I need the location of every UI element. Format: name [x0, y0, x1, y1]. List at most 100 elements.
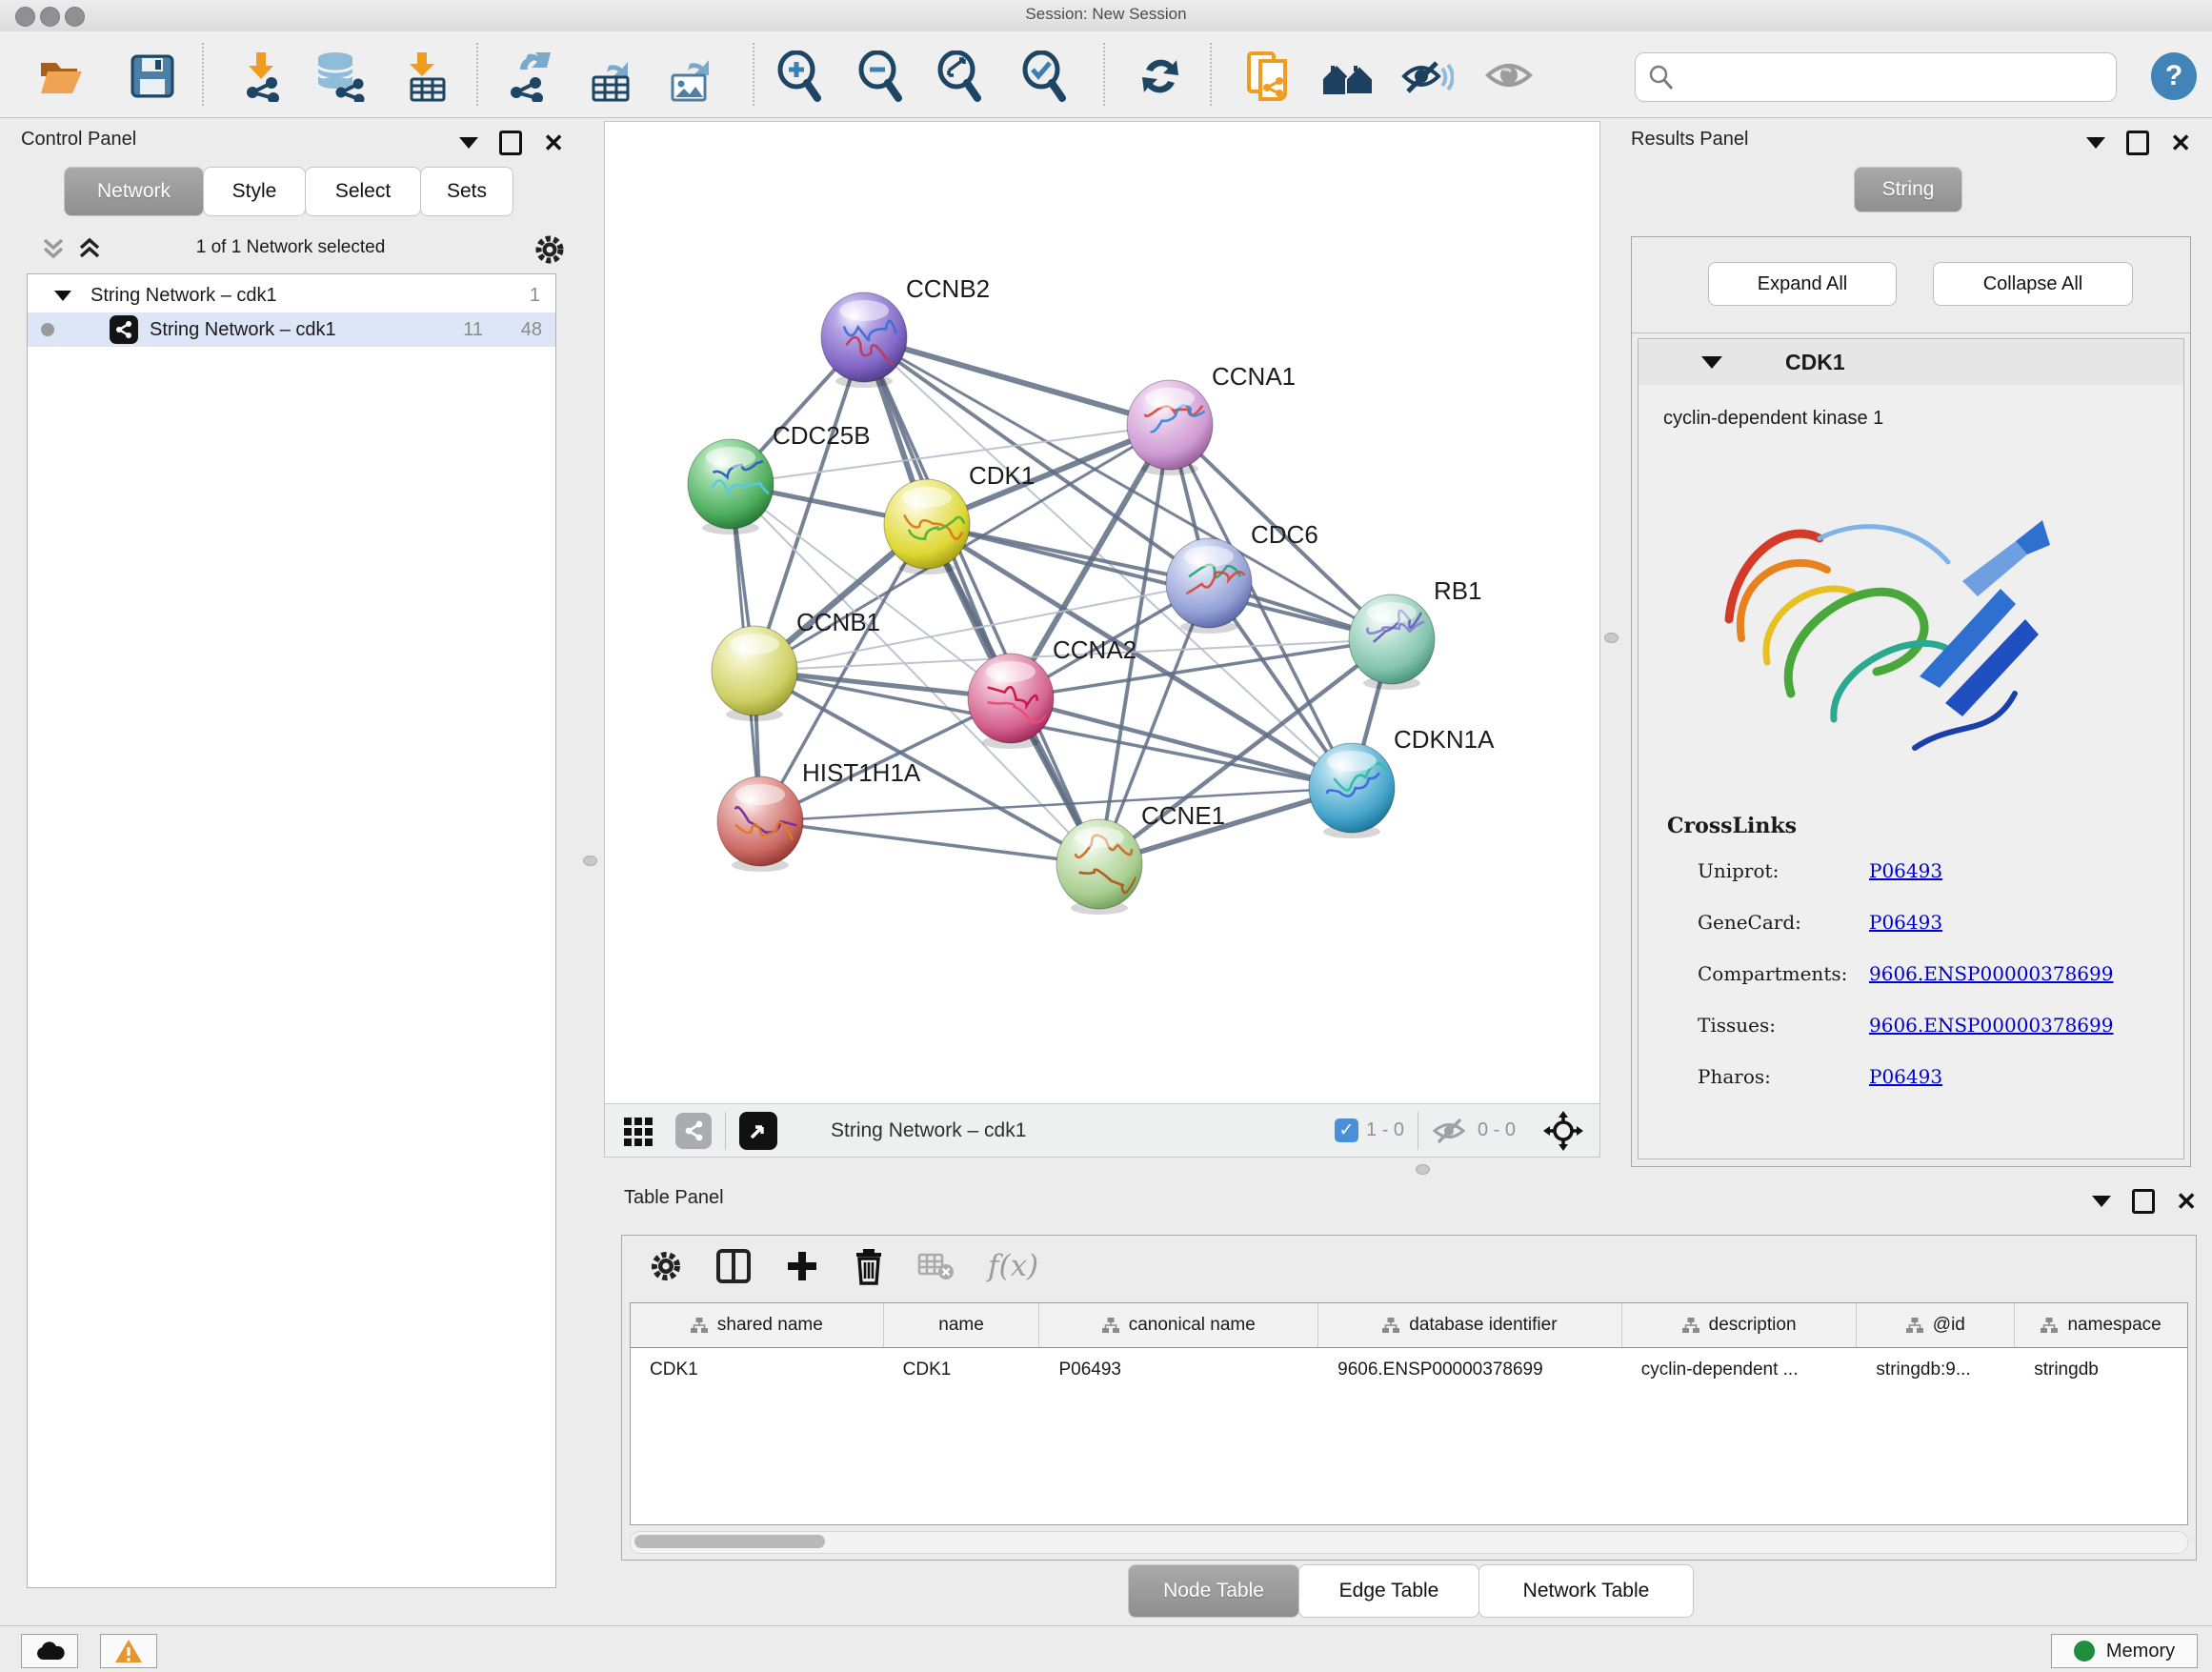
warning-icon [114, 1639, 143, 1663]
node-label-CDC25B: CDC25B [773, 421, 871, 450]
cloud-status-button[interactable] [21, 1634, 78, 1668]
node-RB1[interactable] [1349, 594, 1435, 690]
panel-float-button[interactable] [2126, 131, 2149, 155]
add-column-icon[interactable] [784, 1248, 820, 1284]
crosslink-link[interactable]: 9606.ENSP00000378699 [1869, 1014, 2113, 1037]
tab-edge-table[interactable]: Edge Table [1298, 1564, 1479, 1618]
table-settings-gear-icon[interactable] [649, 1249, 683, 1283]
panel-close-button[interactable]: ✕ [2176, 1192, 2197, 1211]
selected-checkbox[interactable]: ✓ [1335, 1118, 1358, 1142]
select-columns-icon[interactable] [715, 1248, 752, 1284]
results-panel-title: Results Panel [1631, 129, 1748, 151]
collapse-all-button[interactable]: Collapse All [1933, 262, 2133, 306]
import-table-icon[interactable] [401, 50, 454, 103]
tab-select[interactable]: Select [305, 167, 421, 216]
tree-expander-icon[interactable] [54, 291, 71, 301]
node-count: 11 [463, 319, 483, 341]
horizontal-scrollbar[interactable] [630, 1531, 2188, 1554]
horizontal-splitter-handle[interactable] [1416, 1164, 1430, 1175]
warnings-button[interactable] [100, 1634, 157, 1668]
import-network-icon[interactable] [237, 50, 291, 103]
network-view-canvas[interactable]: CCNB2CCNA1CDC25BCDK1CDC6RB1CCNB1CCNA2CDK… [604, 121, 1600, 1158]
search-input[interactable] [1683, 66, 2116, 90]
open-file-icon[interactable] [35, 50, 89, 103]
table-tabs: Node Table Edge Table Network Table [1129, 1564, 1694, 1618]
panel-close-button[interactable]: ✕ [543, 133, 564, 152]
refresh-icon[interactable] [1134, 50, 1187, 103]
export-network-icon[interactable] [503, 50, 556, 103]
network-view-row-selected[interactable]: String Network – cdk1 11 48 [28, 312, 555, 347]
scrollbar-thumb[interactable] [634, 1535, 825, 1548]
panel-menu-button[interactable] [2092, 1196, 2111, 1207]
crosslink-link[interactable]: P06493 [1869, 859, 1942, 882]
first-neighbors-icon[interactable] [1321, 50, 1375, 103]
results-panel: Results Panel ✕ String Expand All Collap… [1619, 121, 2204, 1181]
crosslink-row: GeneCard:P06493 [1698, 911, 2155, 949]
hierarchy-icon [2041, 1318, 2058, 1333]
birds-eye-view-icon[interactable] [739, 1112, 777, 1150]
network-graph[interactable]: CCNB2CCNA1CDC25BCDK1CDC6RB1CCNB1CCNA2CDK… [605, 122, 1598, 1102]
hierarchy-icon [1382, 1318, 1399, 1333]
zoom-in-icon[interactable] [774, 50, 827, 103]
node-CCNE1[interactable] [1056, 819, 1142, 915]
crosslink-link[interactable]: P06493 [1869, 1065, 1942, 1088]
node-CDKN1A[interactable] [1309, 743, 1395, 838]
memory-status-dot [2074, 1641, 2095, 1662]
node-CDC25B[interactable] [688, 439, 774, 534]
pan-crosshair-icon[interactable] [1542, 1110, 1584, 1152]
toolbar-search[interactable] [1635, 52, 2117, 102]
panel-close-button[interactable]: ✕ [2170, 133, 2191, 152]
panel-menu-button[interactable] [2086, 137, 2105, 149]
gene-accordion-header[interactable]: CDK1 [1639, 339, 2183, 386]
save-session-icon[interactable] [126, 50, 179, 103]
zoom-out-icon[interactable] [855, 50, 908, 103]
panel-menu-button[interactable] [459, 137, 478, 149]
memory-button[interactable]: Memory [2051, 1634, 2198, 1668]
node-CCNA1[interactable] [1127, 380, 1213, 475]
node-CCNB2[interactable] [821, 292, 907, 388]
tab-style[interactable]: Style [203, 167, 306, 216]
string-network-icon [110, 315, 138, 344]
hidden-eye-icon [1432, 1117, 1470, 1145]
node-CDC6[interactable] [1166, 538, 1252, 634]
zoom-fit-icon[interactable] [934, 50, 987, 103]
grid-view-icon[interactable] [622, 1114, 656, 1148]
tab-network-table[interactable]: Network Table [1478, 1564, 1694, 1618]
network-view-mode-icon[interactable] [675, 1113, 712, 1149]
panel-float-button[interactable] [499, 131, 522, 155]
column-header: namespace [2015, 1303, 2187, 1347]
gear-icon[interactable] [533, 233, 566, 266]
crosslink-link[interactable]: P06493 [1869, 911, 1942, 934]
delete-trash-icon[interactable] [853, 1247, 885, 1285]
export-table-icon[interactable] [586, 50, 639, 103]
hide-selected-icon[interactable] [1400, 50, 1454, 103]
node-table[interactable]: shared name name canonical name database… [630, 1302, 2188, 1525]
crosslink-row: Uniprot:P06493 [1698, 859, 2155, 897]
tab-string[interactable]: String [1854, 167, 1962, 212]
tab-network[interactable]: Network [64, 167, 204, 216]
node-label-CCNE1: CCNE1 [1141, 801, 1225, 830]
table-row[interactable]: CDK1 CDK1 P06493 9606.ENSP00000378699 cy… [631, 1348, 2187, 1392]
crosslink-link[interactable]: 9606.ENSP00000378699 [1869, 962, 2113, 985]
edge-CDK1-RB1 [927, 524, 1392, 639]
node-CDK1[interactable] [884, 479, 970, 574]
table-toolbar: f(x) [622, 1236, 2196, 1297]
panel-float-button[interactable] [2132, 1189, 2155, 1214]
vertical-splitter-handle[interactable] [1604, 633, 1619, 643]
network-view-statusbar: String Network – cdk1 ✓ 1 - 0 0 - 0 [605, 1103, 1599, 1157]
accordion-expander-icon[interactable] [1701, 356, 1722, 369]
network-collection-row[interactable]: String Network – cdk1 1 [28, 278, 555, 312]
help-button[interactable]: ? [2151, 52, 2197, 100]
duplicate-network-icon[interactable] [1243, 50, 1297, 103]
zoom-selected-icon[interactable] [1018, 50, 1072, 103]
node-label-CDC6: CDC6 [1251, 520, 1318, 549]
tab-node-table[interactable]: Node Table [1128, 1564, 1299, 1618]
vertical-splitter-handle[interactable] [583, 856, 597, 866]
node-CCNB1[interactable] [712, 626, 797, 721]
node-label-CDKN1A: CDKN1A [1394, 725, 1495, 754]
node-HIST1H1A[interactable] [717, 776, 803, 872]
tab-sets[interactable]: Sets [420, 167, 513, 216]
expand-all-button[interactable]: Expand All [1708, 262, 1897, 306]
export-image-icon[interactable] [665, 50, 718, 103]
import-network-from-database-icon[interactable] [313, 50, 367, 103]
